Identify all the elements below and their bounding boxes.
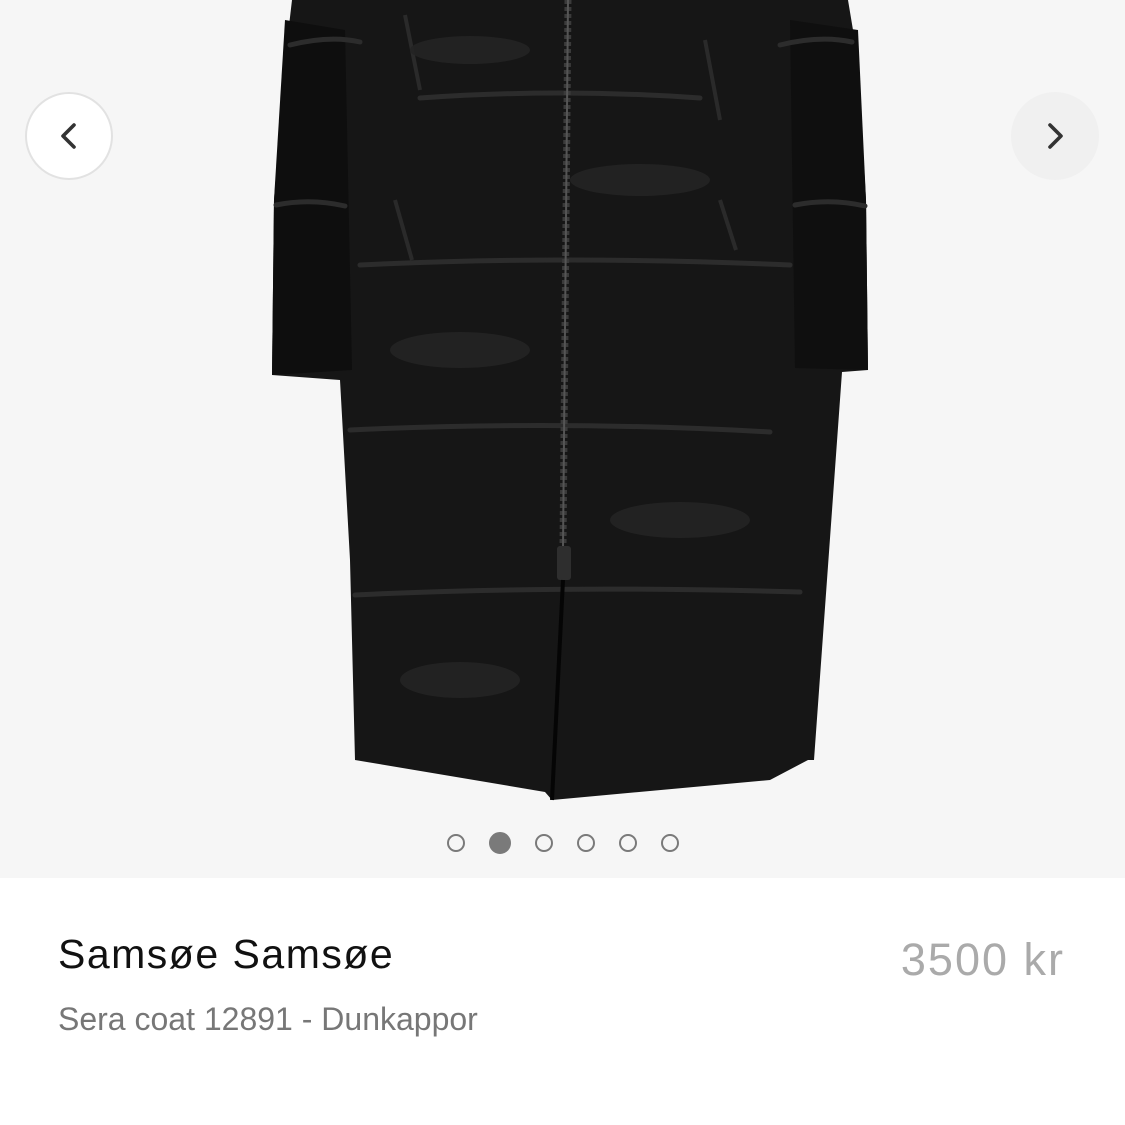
product-page: Samsøe Samsøe Sera coat 12891 - Dunkappo… [0, 0, 1125, 1125]
carousel-dot[interactable] [576, 834, 595, 852]
carousel-pagination [0, 832, 1125, 856]
product-title: Sera coat 12891 - Dunkappor [58, 1001, 478, 1037]
carousel-dot[interactable] [488, 832, 511, 854]
next-image-button[interactable] [1011, 92, 1099, 180]
chevron-right-icon [1048, 123, 1063, 149]
carousel-dot[interactable] [446, 834, 465, 852]
brand-name[interactable]: Samsøe Samsøe [58, 930, 394, 978]
product-image [272, 0, 868, 801]
product-price: 3500 kr [900, 934, 1065, 985]
carousel-dot[interactable] [534, 834, 553, 852]
chevron-left-icon [61, 123, 76, 149]
image-carousel[interactable] [0, 0, 1125, 878]
carousel-dot[interactable] [618, 834, 637, 852]
product-info: Samsøe Samsøe Sera coat 12891 - Dunkappo… [0, 878, 1125, 1125]
previous-image-button[interactable] [25, 92, 113, 180]
carousel-dot[interactable] [660, 834, 679, 852]
